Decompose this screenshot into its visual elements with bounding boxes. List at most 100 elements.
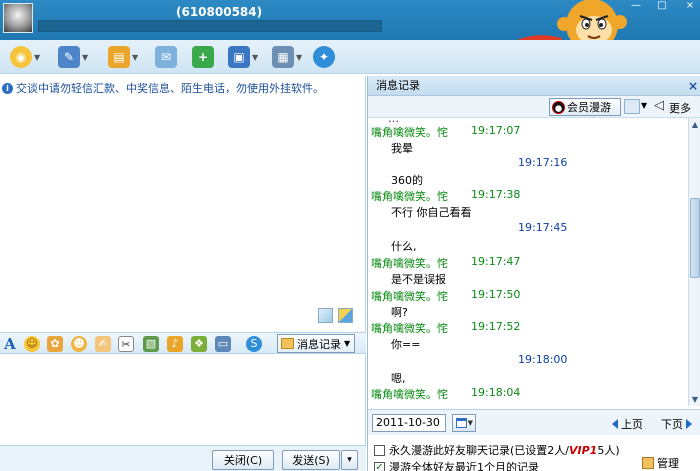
vip-badge: VIP [569, 443, 590, 457]
microphone-icon: ✎ [58, 46, 80, 68]
message-header: 嘴角噙微笑。㤞 19:17:47 [371, 255, 520, 271]
screenshot-icon[interactable]: ✂ [118, 336, 134, 352]
roam-friend-label: 永久漫游此好友聊天记录(已设置2人/ [389, 444, 569, 457]
send-file-button[interactable]: ▤ ▼ [108, 45, 140, 69]
message-text: 是不是误报 [391, 273, 446, 286]
my-message-time: 19:18:00 [518, 353, 568, 366]
penguin-icon [552, 100, 565, 114]
prev-page-button[interactable]: 上页 [612, 416, 643, 432]
arrow-left-icon [612, 419, 618, 429]
scribble-icon[interactable]: ✍ [95, 336, 111, 352]
shake-icon[interactable]: ☻ [71, 336, 87, 352]
action-bar: 关闭(C) 发送(S) ▾ [0, 445, 366, 471]
member-roam-button[interactable]: 会员漫游 [549, 98, 621, 116]
message-text: 啊? [391, 306, 408, 319]
magic-emoji-icon[interactable]: ✿ [47, 336, 63, 352]
theme-icon[interactable] [338, 308, 353, 323]
translate-icon[interactable]: S [246, 336, 262, 352]
date-input[interactable]: 2011-10-30 [372, 414, 446, 432]
sender-name: 嘴角噙微笑。㤞 [371, 126, 448, 139]
create-group-button[interactable]: + [192, 45, 214, 69]
prev-page-label: 上页 [621, 418, 643, 431]
avatar[interactable] [3, 3, 33, 33]
message-text: 你== [391, 338, 421, 351]
member-roam-label: 会员漫游 [567, 101, 611, 114]
sender-name: 嘴角噙微笑。㤞 [371, 257, 448, 270]
globe-icon: ✦ [313, 46, 335, 68]
maximize-button[interactable]: □ [654, 0, 670, 12]
apps-button[interactable]: ▦ ▼ [272, 45, 304, 69]
close-window-button[interactable]: × [682, 0, 698, 12]
message-history-label: 消息记录 [297, 337, 341, 351]
emoji-icon[interactable]: ☺ [24, 336, 40, 352]
sender-name: 嘴角噙微笑。㤞 [371, 290, 448, 303]
send-button[interactable]: 发送(S) [282, 450, 340, 470]
roam-all-option[interactable]: ✓ 漫游全体好友最近1个月的记录 [374, 459, 539, 471]
send-options-dropdown[interactable]: ▾ [341, 450, 358, 470]
chevron-down-icon: ▼ [82, 52, 89, 62]
scroll-down-icon[interactable]: ▼ [689, 393, 700, 406]
add-contact-icon: + [192, 46, 214, 68]
message-input[interactable] [0, 355, 366, 445]
tool-icon[interactable] [624, 99, 640, 114]
message-time: 19:18:04 [471, 386, 521, 399]
computer-icon: ▣ [228, 46, 250, 68]
scroll-up-icon[interactable]: ▲ [689, 118, 700, 131]
window-title: (610800584) [176, 5, 263, 19]
my-message-time: 19:17:16 [518, 156, 568, 169]
chevron-down-icon: ▼ [132, 52, 139, 62]
chevron-down-icon[interactable]: ▼ [641, 101, 647, 110]
close-icon[interactable]: × [688, 76, 698, 96]
message-time: 19:17:38 [471, 188, 521, 201]
message-header: 嘴角噙微笑。㤞 19:18:04 [371, 386, 520, 402]
sender-name: 嘴角噙微笑。㤞 [371, 190, 448, 203]
history-panel: 消息记录 × 会员漫游 ▼ ◁ 更多 … 嘴角噙微笑。㤞 19:17:07 我晕… [367, 76, 700, 471]
more-button[interactable]: 更多 [669, 100, 691, 116]
image-icon[interactable]: ▧ [143, 336, 159, 352]
chevron-down-icon: ▼ [34, 52, 41, 62]
roam-friend-option[interactable]: 永久漫游此好友聊天记录(已设置2人/ VIP 1 5人) [374, 442, 620, 458]
security-notice: i 交谈中请勿轻信汇款、中奖信息、陌生电话，勿使用外挂软件。 [2, 80, 364, 96]
font-icon[interactable]: A [2, 336, 18, 352]
manage-button[interactable]: 管理 [642, 455, 679, 471]
send-sms-button[interactable]: ✉ [155, 45, 177, 69]
roam-friend-checkbox[interactable] [374, 444, 385, 456]
roam-all-label: 漫游全体好友最近1个月的记录 [389, 461, 539, 471]
close-button[interactable]: 关闭(C) [212, 450, 274, 470]
next-page-label: 下页 [661, 418, 683, 431]
message-history-button[interactable]: 消息记录 ▼ [277, 334, 355, 353]
gift-icon[interactable]: ❖ [191, 336, 207, 352]
manage-icon [642, 457, 654, 469]
chat-display[interactable] [0, 76, 366, 332]
music-icon[interactable]: ♪ [167, 336, 183, 352]
scrollbar-thumb[interactable] [690, 198, 700, 278]
next-page-button[interactable]: 下页 [661, 416, 692, 432]
message-header: 嘴角噙微笑。㤞 19:17:50 [371, 288, 520, 304]
info-icon: i [2, 82, 13, 94]
video-call-button[interactable]: ◉ ▼ [10, 45, 42, 69]
calendar-icon [456, 418, 467, 428]
roam-friend-count: 5人) [597, 444, 620, 457]
sender-name: 嘴角噙微笑。㤞 [371, 322, 448, 335]
screen-capture-icon[interactable]: ▭ [215, 336, 231, 352]
roam-all-checkbox[interactable]: ✓ [374, 461, 385, 471]
qzone-button[interactable]: ✦ [313, 45, 335, 69]
history-tools: 会员漫游 ▼ ◁ 更多 [368, 96, 700, 118]
vip-level: 1 [589, 443, 598, 457]
remote-assist-button[interactable]: ▣ ▼ [228, 45, 260, 69]
history-scrollbar[interactable]: ▲ ▼ [688, 118, 700, 406]
history-messages[interactable]: … 嘴角噙微笑。㤞 19:17:07 我晕 19:17:16 360的 嘴角噙微… [368, 120, 688, 406]
voice-call-button[interactable]: ✎ ▼ [58, 45, 90, 69]
calendar-button[interactable]: ▼ [452, 414, 476, 432]
signature-bar[interactable] [38, 20, 382, 32]
message-header: 嘴角噙微笑。㤞 19:17:52 [371, 320, 520, 336]
expand-icon[interactable] [318, 308, 333, 323]
message-header: 嘴角噙微笑。㤞 19:17:38 [371, 188, 520, 204]
message-text: 什么, [391, 240, 417, 253]
toolbar: ◉ ▼ ✎ ▼ ▤ ▼ ✉ + ▣ ▼ ▦ ▼ ✦ [0, 40, 700, 74]
history-date-row: 2011-10-30 ▼ 上页 下页 [368, 409, 700, 435]
chevron-down-icon: ▼ [467, 419, 473, 427]
speaker-icon[interactable]: ◁ [654, 98, 664, 113]
message-header: 嘴角噙微笑。㤞 19:17:07 [371, 124, 520, 140]
arrow-right-icon [686, 419, 692, 429]
